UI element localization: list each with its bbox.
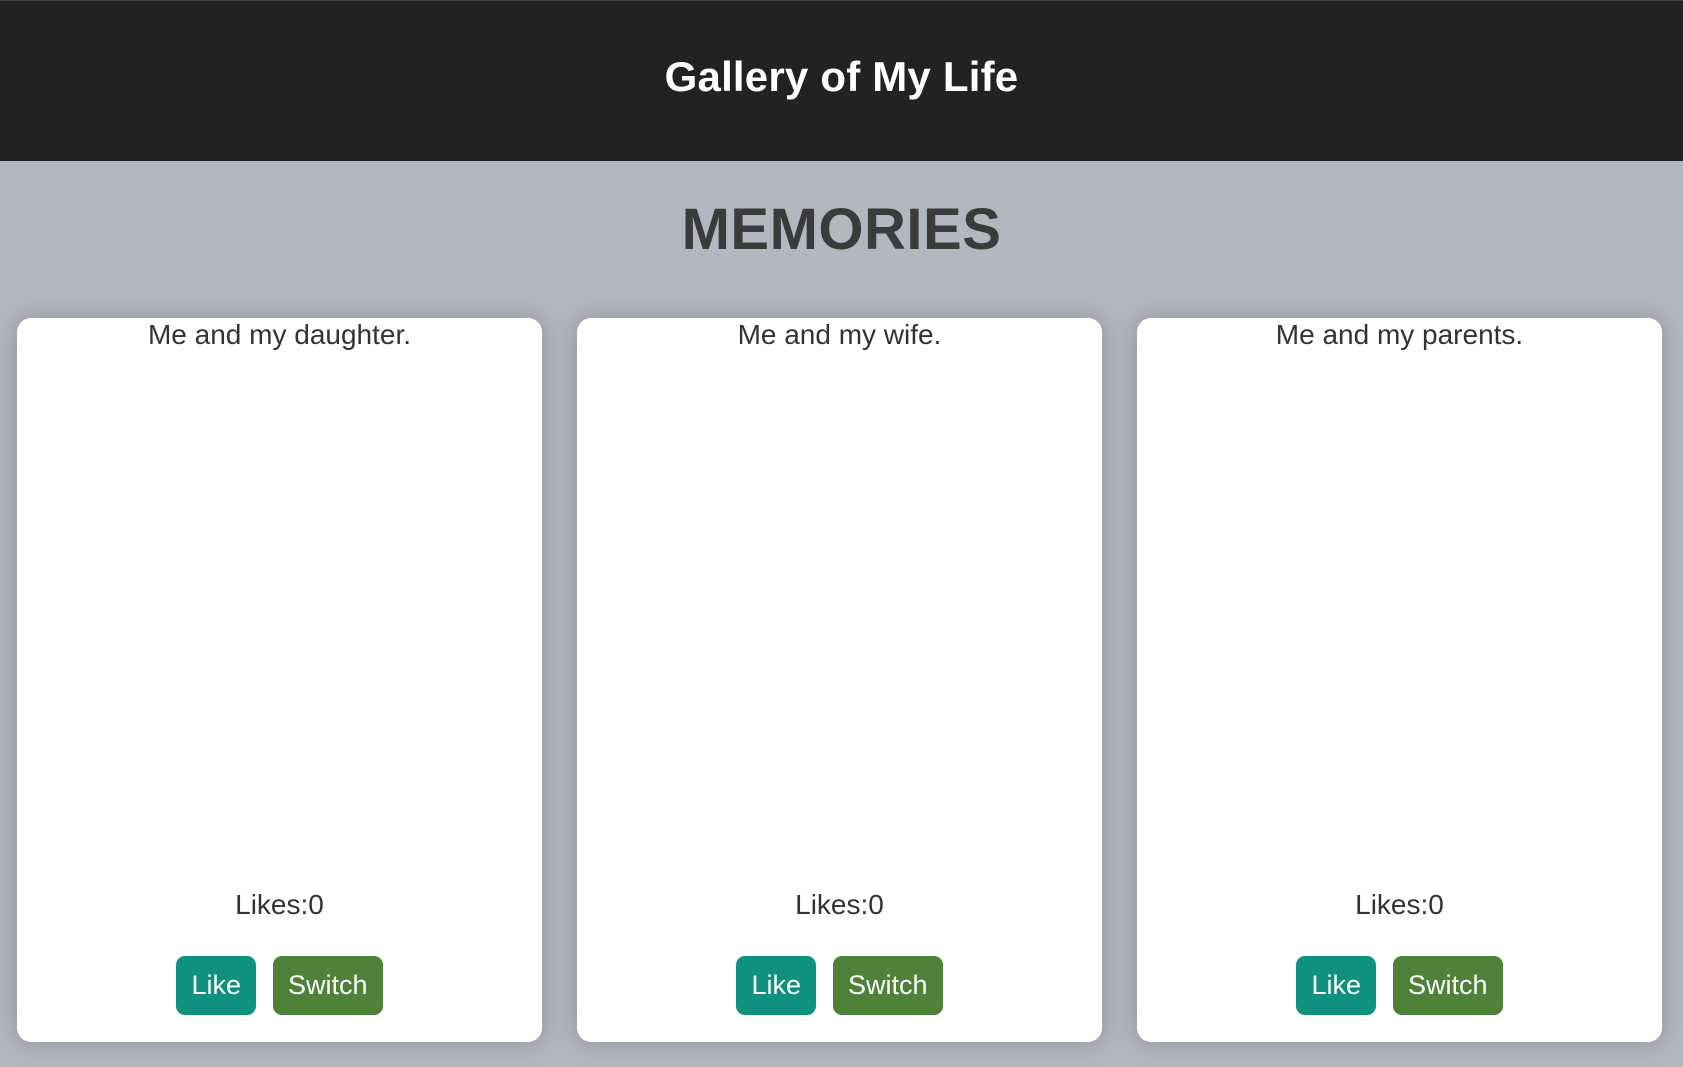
memory-caption: Me and my parents. <box>1275 319 1524 350</box>
site-title: Gallery of My Life <box>664 53 1019 100</box>
card-actions: Like Switch <box>577 956 1102 1015</box>
memory-card: Me and my wife. Likes:0 Like Switch <box>577 318 1102 1042</box>
like-button[interactable]: Like <box>736 956 816 1015</box>
memory-card: Me and my daughter. Likes:0 Like Switch <box>17 318 542 1042</box>
likes-count: Likes:0 <box>1355 889 1444 920</box>
switch-button[interactable]: Switch <box>273 956 383 1015</box>
memory-photo <box>1157 362 1642 862</box>
like-button[interactable]: Like <box>176 956 256 1015</box>
site-header: Gallery of My Life <box>0 0 1683 161</box>
switch-button[interactable]: Switch <box>833 956 943 1015</box>
likes-count: Likes:0 <box>795 889 884 920</box>
memory-caption: Me and my wife. <box>737 319 942 350</box>
memory-photo <box>597 362 1082 862</box>
like-button[interactable]: Like <box>1296 956 1376 1015</box>
switch-button[interactable]: Switch <box>1393 956 1503 1015</box>
card-actions: Like Switch <box>17 956 542 1015</box>
memory-card: Me and my parents. Likes:0 Like Switch <box>1137 318 1662 1042</box>
memory-photo <box>37 362 522 862</box>
likes-count: Likes:0 <box>235 889 324 920</box>
memory-caption: Me and my daughter. <box>147 319 412 350</box>
card-actions: Like Switch <box>1137 956 1662 1015</box>
memory-cards: Me and my daughter. Likes:0 Like Switch … <box>17 318 1667 1042</box>
section-heading: MEMORIES <box>681 197 1002 262</box>
